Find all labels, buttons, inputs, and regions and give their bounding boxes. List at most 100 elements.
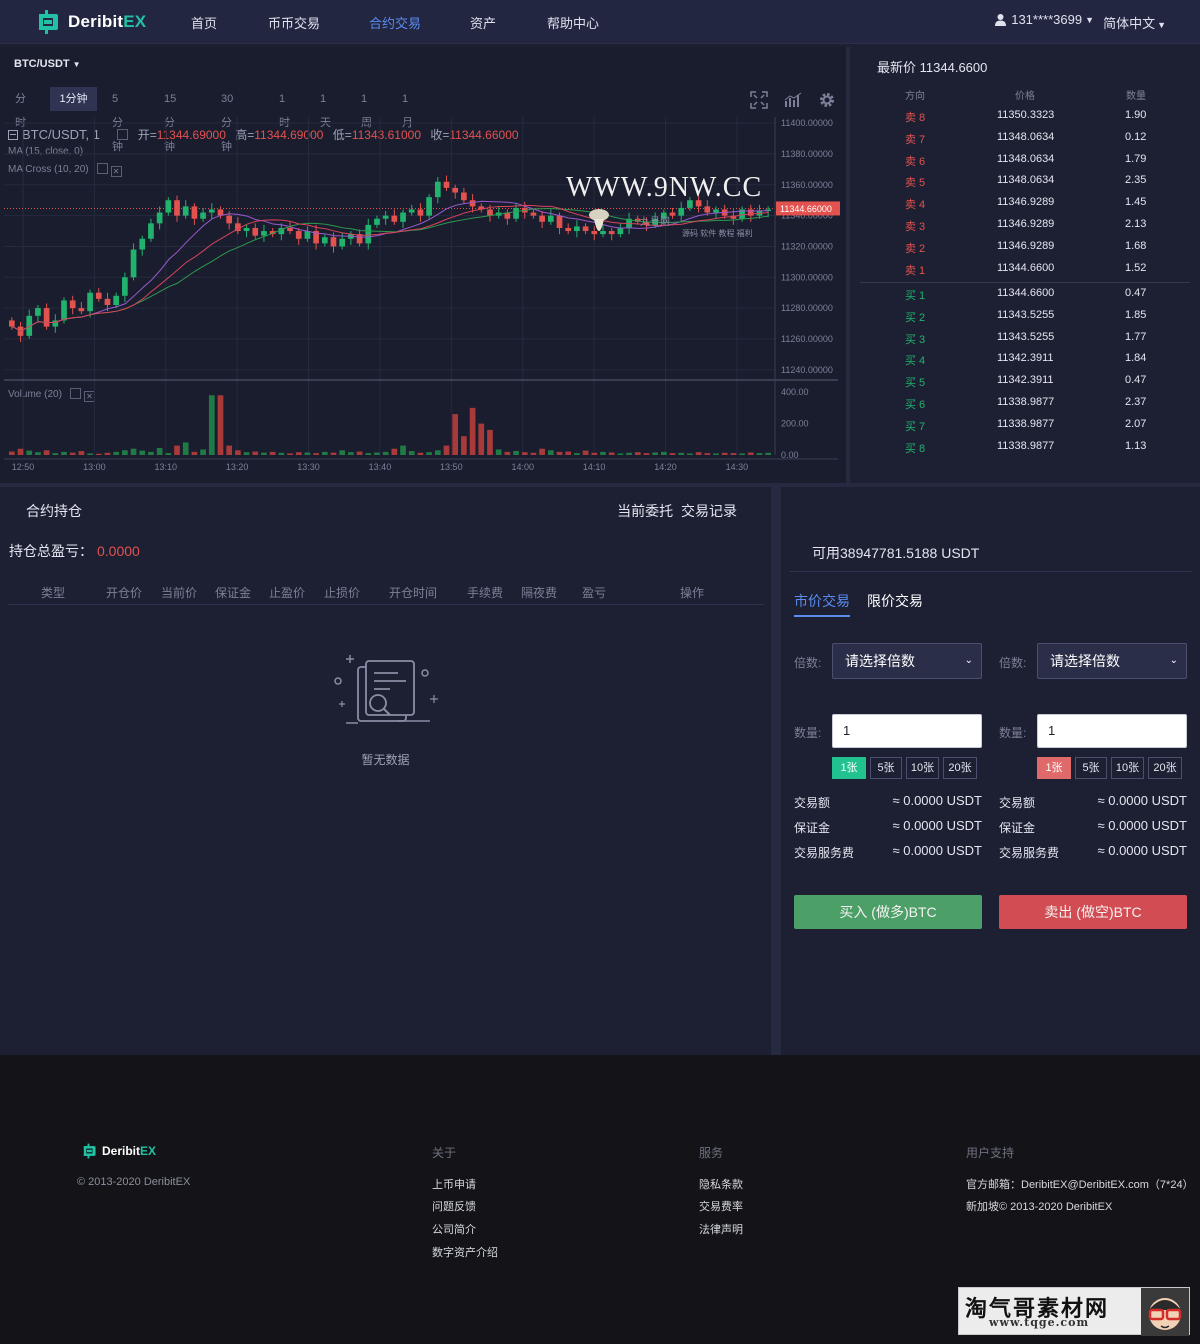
- language-select[interactable]: 简体中文 ▼: [1103, 13, 1166, 32]
- interval-5m[interactable]: 5分钟: [106, 87, 129, 153]
- x-tick-label: 13:40: [369, 462, 392, 472]
- interval-1w[interactable]: 1周: [355, 87, 378, 129]
- interval-1h[interactable]: 1时: [273, 87, 296, 129]
- ask-row[interactable]: 卖 5 11348.0634 2.35: [850, 170, 1200, 192]
- buy-margin-label: 保证金: [794, 821, 831, 835]
- bid-row[interactable]: 买 3 11343.5255 1.77: [850, 327, 1200, 349]
- candle-body: [61, 300, 67, 321]
- volume-bar: [61, 451, 67, 455]
- x-tick-label: 14:10: [583, 462, 606, 472]
- tab-current-orders[interactable]: 当前委托: [617, 503, 673, 519]
- col-margin: 保证金: [215, 586, 252, 600]
- buy-leverage-select[interactable]: 请选择倍数 ⌄: [832, 643, 982, 679]
- volume-bar: [87, 453, 93, 455]
- x-tick-label: 14:30: [726, 462, 749, 472]
- total-pnl: 持仓总盈亏： 0.0000: [9, 543, 140, 559]
- nav-assets[interactable]: 资产: [470, 13, 496, 32]
- col-pnl: 盈亏: [582, 586, 607, 600]
- indicators-icon[interactable]: [784, 91, 802, 109]
- nav-contract-trading[interactable]: 合约交易: [369, 13, 421, 32]
- sell-fee-value: ≈ 0.0000 USDT: [1097, 843, 1187, 858]
- bid-row[interactable]: 买 7 11338.9877 2.07: [850, 414, 1200, 436]
- footer-link-legal[interactable]: 法律声明: [699, 1221, 743, 1237]
- ask-row[interactable]: 卖 4 11346.9289 1.45: [850, 192, 1200, 214]
- buy-lot-20[interactable]: 20张: [943, 757, 977, 779]
- ask-side: 卖 4: [905, 199, 926, 212]
- y-tick-label: 11380.00000: [781, 149, 833, 159]
- volume-bar: [243, 452, 250, 455]
- bid-row[interactable]: 买 5 11342.3911 0.47: [850, 370, 1200, 392]
- user-menu[interactable]: 131****3699 ▼: [994, 12, 1094, 27]
- sell-qty-label: 数量:: [999, 726, 1027, 740]
- bid-row[interactable]: 买 8 11338.9877 1.13: [850, 436, 1200, 458]
- footer-logo[interactable]: DeribitEX: [82, 1143, 156, 1159]
- ask-row[interactable]: 卖 8 11350.3323 1.90: [850, 105, 1200, 127]
- sell-lot-5[interactable]: 5张: [1075, 757, 1107, 779]
- volume-bar: [313, 453, 319, 455]
- tab-trade-history[interactable]: 交易记录: [681, 503, 737, 519]
- candle-body: [547, 215, 554, 222]
- watermark-logo-icon: [589, 209, 609, 231]
- buy-qty-input[interactable]: 1: [832, 714, 982, 748]
- footer-link-feedback[interactable]: 问题反馈: [432, 1198, 476, 1214]
- symbol-select[interactable]: BTC/USDT ▼: [14, 58, 81, 70]
- settings-gear-icon[interactable]: [818, 91, 836, 109]
- ask-side: 卖 5: [905, 177, 926, 190]
- bid-qty: 1.77: [1125, 330, 1147, 343]
- footer-link-listing[interactable]: 上币申请: [432, 1176, 476, 1192]
- interval-1m[interactable]: 1分钟: [50, 87, 97, 111]
- tab-underline: [794, 615, 850, 617]
- tab-limit-order[interactable]: 限价交易: [867, 591, 923, 611]
- nav-home[interactable]: 首页: [191, 13, 217, 32]
- sell-qty-input[interactable]: 1: [1037, 714, 1187, 748]
- interval-15m[interactable]: 15分钟: [158, 87, 182, 153]
- interval-1d[interactable]: 1天: [314, 87, 337, 129]
- volume-bar: [139, 450, 146, 455]
- candle-body: [513, 207, 519, 219]
- bid-qty: 1.84: [1125, 352, 1147, 365]
- buy-lot-10[interactable]: 10张: [906, 757, 939, 779]
- bid-side: 买 8: [905, 442, 926, 455]
- sell-short-button[interactable]: 卖出 (做空)BTC: [999, 895, 1187, 929]
- volume-bar: [130, 448, 137, 455]
- nav-help-center[interactable]: 帮助中心: [547, 13, 599, 32]
- ask-row[interactable]: 卖 3 11346.9289 2.13: [850, 214, 1200, 236]
- logo[interactable]: DeribitEX: [36, 9, 146, 35]
- bid-row[interactable]: 买 2 11343.5255 1.85: [850, 305, 1200, 327]
- buy-long-button[interactable]: 买入 (做多)BTC: [794, 895, 982, 929]
- bid-row[interactable]: 买 6 11338.9877 2.37: [850, 392, 1200, 414]
- sell-lot-10[interactable]: 10张: [1111, 757, 1144, 779]
- bid-row[interactable]: 买 1 11344.6600 0.47: [850, 283, 1200, 305]
- bid-row[interactable]: 买 4 11342.3911 1.84: [850, 348, 1200, 370]
- candle-body: [69, 300, 76, 309]
- interval-timeline[interactable]: 分时: [9, 87, 32, 129]
- volume-bar: [226, 445, 233, 455]
- interval-1mo[interactable]: 1月: [396, 87, 419, 129]
- footer-link-assets-intro[interactable]: 数字资产介绍: [432, 1244, 498, 1260]
- ask-row[interactable]: 卖 6 11348.0634 1.79: [850, 149, 1200, 171]
- volume-bar: [739, 453, 745, 455]
- bid-side: 买 7: [905, 420, 926, 433]
- ask-row[interactable]: 卖 1 11344.6600 1.52: [850, 258, 1200, 280]
- candle-body: [339, 238, 346, 247]
- col-open-time: 开仓时间: [389, 586, 438, 600]
- interval-30m[interactable]: 30分钟: [215, 87, 239, 153]
- watermark-tags: 源码 软件 教程 福利: [682, 229, 753, 238]
- nav-spot-trading[interactable]: 币币交易: [268, 13, 320, 32]
- tab-market-order[interactable]: 市价交易: [794, 591, 850, 611]
- footer-link-company[interactable]: 公司简介: [432, 1221, 476, 1237]
- chart-panel: BTC/USDT ▼ 分时 1分钟 5分钟 15分钟 30分钟 1时 1天 1周…: [0, 47, 846, 483]
- sell-lot-1[interactable]: 1张: [1037, 757, 1071, 779]
- bid-side: 买 1: [905, 290, 926, 302]
- buy-lot-5[interactable]: 5张: [870, 757, 902, 779]
- fullscreen-icon[interactable]: [750, 91, 768, 109]
- buy-lot-1[interactable]: 1张: [832, 757, 866, 779]
- sell-lot-20[interactable]: 20张: [1148, 757, 1182, 779]
- ask-row[interactable]: 卖 7 11348.0634 0.12: [850, 127, 1200, 149]
- ask-row[interactable]: 卖 2 11346.9289 1.68: [850, 236, 1200, 258]
- footer-link-fees[interactable]: 交易费率: [699, 1198, 743, 1214]
- footer-link-privacy[interactable]: 隐私条款: [699, 1176, 743, 1192]
- candle-body: [669, 212, 676, 216]
- sell-leverage-select[interactable]: 请选择倍数 ⌄: [1037, 643, 1187, 679]
- ask-side: 卖 6: [905, 155, 926, 168]
